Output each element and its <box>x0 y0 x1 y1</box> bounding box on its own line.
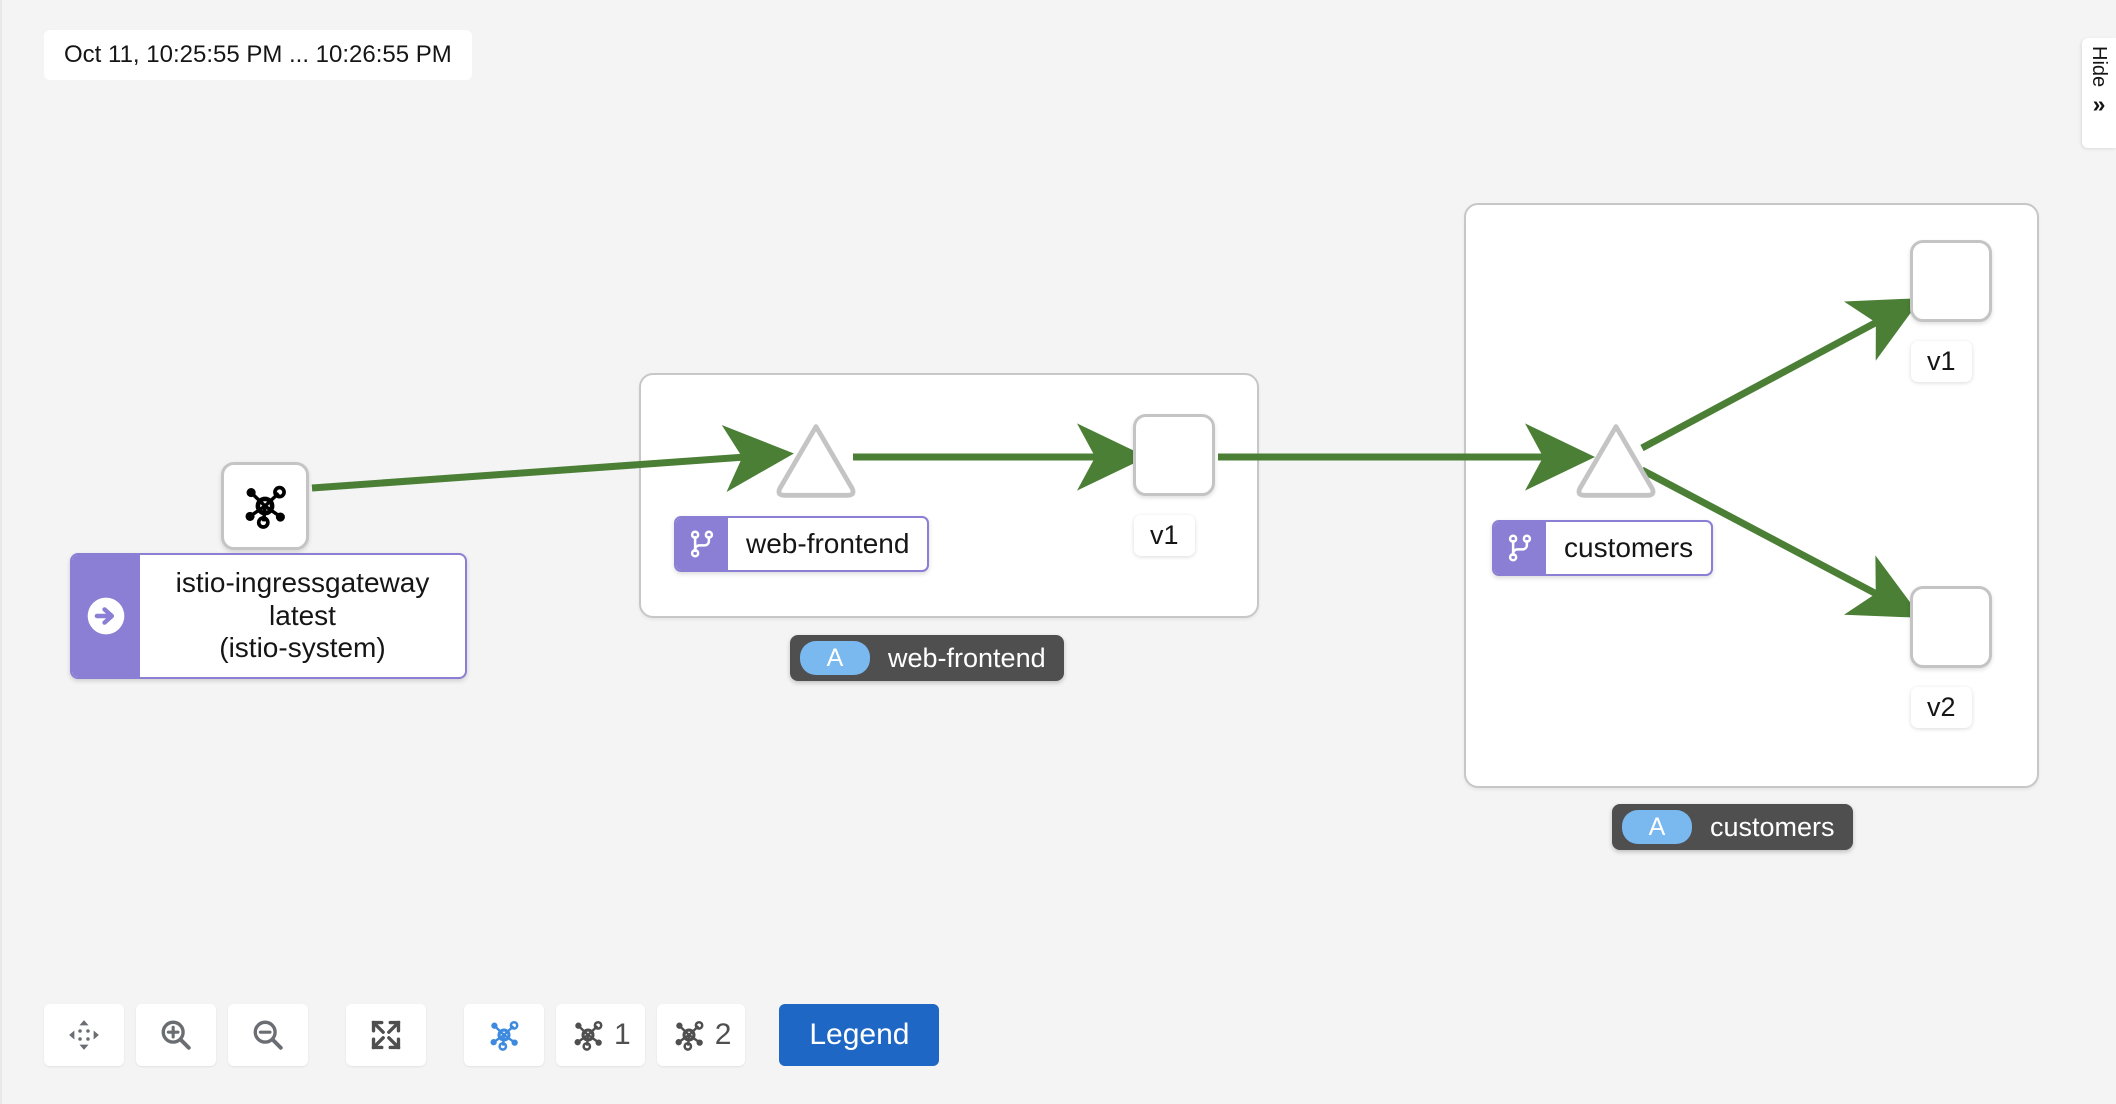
drag-toggle-button[interactable] <box>44 1004 124 1066</box>
workload-node-web-frontend-v1[interactable] <box>1133 414 1215 496</box>
fit-to-screen-button[interactable] <box>346 1004 426 1066</box>
topology-icon <box>574 1020 603 1051</box>
tooltip-pill: A <box>800 641 870 675</box>
tooltip-customers: A customers <box>1612 804 1853 850</box>
version-label-customers-v2: v2 <box>1911 687 1972 729</box>
service-node-customers[interactable] <box>1568 418 1664 502</box>
graph-canvas[interactable]: istio-ingressgateway latest (istio-syste… <box>2 0 2116 1104</box>
zoom-out-icon <box>253 1020 283 1050</box>
gateway-namespace: (istio-system) <box>219 632 386 664</box>
edge-customers-to-v1 <box>1640 298 1922 452</box>
badge-icon-area <box>676 518 728 570</box>
workload-node-customers-v1[interactable] <box>1910 240 1992 322</box>
layout-default-button[interactable] <box>464 1004 544 1066</box>
workload-node-customers-v2[interactable] <box>1910 586 1992 668</box>
zoom-in-button[interactable] <box>136 1004 216 1066</box>
zoom-in-icon <box>161 1020 191 1050</box>
code-branch-icon <box>1508 534 1532 562</box>
version-label-customers-v1: v1 <box>1911 341 1972 383</box>
arrows-move-icon <box>69 1020 99 1050</box>
badge-icon-area <box>1494 522 1546 574</box>
graph-toolbar: 1 2 Legend <box>44 1004 940 1066</box>
app-badge-label: web-frontend <box>746 528 910 559</box>
zoom-out-button[interactable] <box>228 1004 308 1066</box>
expand-icon <box>371 1020 401 1050</box>
istio-ingressgateway-card[interactable]: istio-ingressgateway latest (istio-syste… <box>70 553 467 679</box>
tooltip-label: customers <box>1710 811 1835 842</box>
service-node-web-frontend[interactable] <box>768 418 864 502</box>
topology-icon <box>245 485 286 529</box>
app-badge-web-frontend[interactable]: web-frontend <box>674 516 930 572</box>
tooltip-pill: A <box>1622 810 1692 844</box>
gateway-icon-area <box>72 555 140 677</box>
legend-button[interactable]: Legend <box>779 1004 940 1066</box>
gateway-version: latest <box>269 599 336 631</box>
edge-gateway-to-web-frontend <box>311 424 794 493</box>
tooltip-label: web-frontend <box>888 642 1046 673</box>
topology-icon <box>490 1020 519 1051</box>
layout-2-button[interactable]: 2 <box>656 1004 746 1066</box>
service-graph-page: Oct 11, 10:25:55 PM ... 10:26:55 PM Hide… <box>0 0 2116 1104</box>
node-istio-ingressgateway[interactable] <box>221 462 309 550</box>
arrow-right-circle-icon <box>87 597 125 635</box>
app-badge-label: customers <box>1564 532 1694 563</box>
topology-icon <box>675 1020 704 1051</box>
gateway-text: istio-ingressgateway latest (istio-syste… <box>140 555 465 677</box>
graph-edges <box>311 298 1922 618</box>
layout-2-label: 2 <box>714 1018 732 1051</box>
code-branch-icon <box>690 530 714 558</box>
layout-1-label: 1 <box>614 1018 631 1051</box>
layout-1-button[interactable]: 1 <box>556 1004 645 1066</box>
version-label-web-frontend-v1: v1 <box>1134 515 1195 557</box>
gateway-name: istio-ingressgateway <box>175 566 430 598</box>
app-badge-customers[interactable]: customers <box>1492 520 1714 576</box>
tooltip-web-frontend: A web-frontend <box>790 635 1064 681</box>
